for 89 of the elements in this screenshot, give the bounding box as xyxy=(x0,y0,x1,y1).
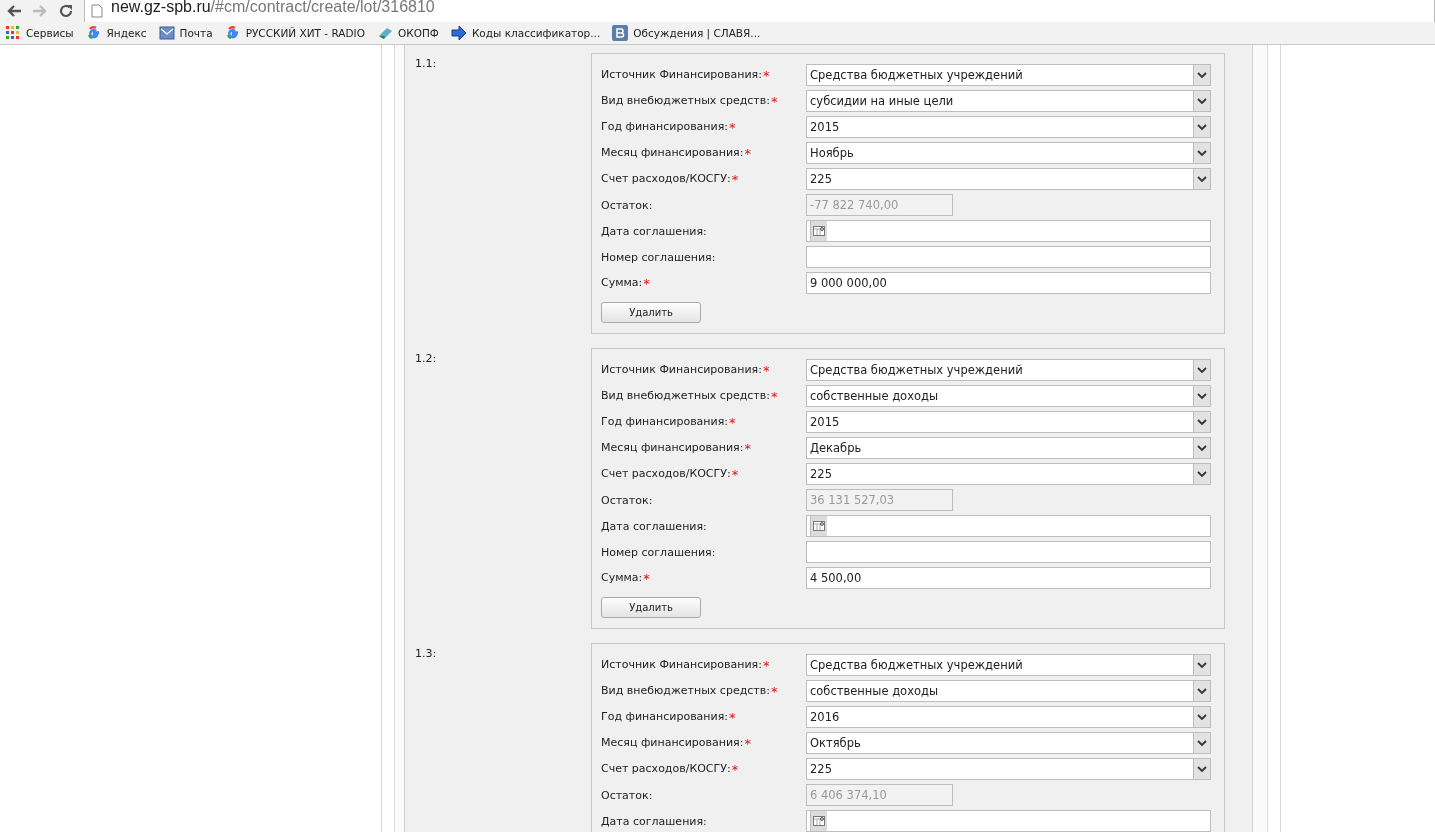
delete-button[interactable]: Удалить xyxy=(601,302,701,323)
input-field[interactable]: 4 500,00 xyxy=(806,567,1211,589)
field-label: Остаток: xyxy=(601,788,654,802)
field-label: Остаток: xyxy=(601,493,654,507)
arrow-icon xyxy=(450,25,467,41)
field-label: Источник Финансирования:* xyxy=(601,362,771,378)
section-number: 1.2: xyxy=(414,351,438,367)
bookmark-link[interactable]: Почта xyxy=(158,25,213,41)
field-label: Источник Финансирования:* xyxy=(601,657,771,673)
dropdown-arrow-icon[interactable] xyxy=(1193,117,1210,137)
address-field[interactable]: new.gz-spb.ru/#cm/contract/create/lot/316810 xyxy=(111,0,435,15)
input-field[interactable] xyxy=(806,541,1211,563)
dropdown-arrow-icon[interactable] xyxy=(1193,169,1210,189)
dropdown-arrow-icon[interactable] xyxy=(1193,655,1210,675)
field-label: Счет расходов/КОСГУ:* xyxy=(601,761,740,777)
dropdown[interactable]: 225 xyxy=(806,758,1211,780)
bookmark-link[interactable]: ОКОПФ xyxy=(376,25,439,41)
section-number: 1.3: xyxy=(414,646,438,662)
apps-icon xyxy=(5,25,21,41)
field-label: Счет расходов/КОСГУ:* xyxy=(601,466,740,482)
field-label: Дата соглашения: xyxy=(601,224,708,238)
field-label: Источник Финансирования:* xyxy=(601,67,771,83)
bookmark-link[interactable]: Сервисы xyxy=(5,25,74,41)
field-label: Вид внебюджетных средств:* xyxy=(601,388,779,404)
readonly-field: 6 406 374,10 xyxy=(806,784,953,806)
calendar-icon[interactable] xyxy=(810,811,827,831)
dropdown[interactable]: собственные доходы xyxy=(806,680,1211,702)
field-label: Сумма:* xyxy=(601,275,651,291)
field-label: Вид внебюджетных средств:* xyxy=(601,93,779,109)
google-icon xyxy=(224,25,241,41)
input-field[interactable]: 9 000 000,00 xyxy=(806,272,1211,294)
dropdown[interactable]: 2015 xyxy=(806,411,1211,433)
back-icon[interactable] xyxy=(6,4,22,18)
readonly-field: -77 822 740,00 xyxy=(806,194,953,216)
dropdown[interactable]: Средства бюджетных учреждений xyxy=(806,359,1211,381)
dropdown-arrow-icon[interactable] xyxy=(1193,360,1210,380)
input-field[interactable] xyxy=(806,246,1211,268)
field-label: Остаток: xyxy=(601,198,654,212)
field-label: Год финансирования:* xyxy=(601,119,737,135)
dropdown-arrow-icon[interactable] xyxy=(1193,707,1210,727)
field-label: Вид внебюджетных средств:* xyxy=(601,683,779,699)
google-icon xyxy=(85,25,102,41)
vk-icon xyxy=(612,25,629,41)
date-field[interactable] xyxy=(806,515,1211,537)
field-label: Номер соглашения: xyxy=(601,250,717,264)
dropdown-arrow-icon[interactable] xyxy=(1193,91,1210,111)
bookmark-link[interactable]: РУССКИЙ ХИТ - RADIO xyxy=(224,25,365,41)
field-label: Сумма:* xyxy=(601,570,651,586)
field-label: Номер соглашения: xyxy=(601,545,717,559)
dropdown[interactable]: субсидии на иные цели xyxy=(806,90,1211,112)
bookmark-link[interactable]: Коды классификатор... xyxy=(450,25,601,41)
date-field[interactable] xyxy=(806,810,1211,832)
reload-icon[interactable] xyxy=(58,3,74,19)
dropdown[interactable]: Средства бюджетных учреждений xyxy=(806,64,1211,86)
field-label: Месяц финансирования:* xyxy=(601,145,752,161)
section-number: 1.1: xyxy=(414,56,438,72)
field-label: Год финансирования:* xyxy=(601,709,737,725)
field-label: Счет расходов/КОСГУ:* xyxy=(601,171,740,187)
field-label: Дата соглашения: xyxy=(601,814,708,828)
dropdown[interactable]: собственные доходы xyxy=(806,385,1211,407)
dropdown[interactable]: 2015 xyxy=(806,116,1211,138)
mail-icon xyxy=(158,25,175,41)
dropdown-arrow-icon[interactable] xyxy=(1193,733,1210,753)
dropdown-arrow-icon[interactable] xyxy=(1193,464,1210,484)
dropdown[interactable]: Октябрь xyxy=(806,732,1211,754)
dropdown[interactable]: 225 xyxy=(806,168,1211,190)
delete-button[interactable]: Удалить xyxy=(601,597,701,618)
dropdown[interactable]: 225 xyxy=(806,463,1211,485)
dropdown[interactable]: Декабрь xyxy=(806,437,1211,459)
dropdown[interactable]: Средства бюджетных учреждений xyxy=(806,654,1211,676)
dropdown[interactable]: 2016 xyxy=(806,706,1211,728)
readonly-field: 36 131 527,03 xyxy=(806,489,953,511)
dropdown-arrow-icon[interactable] xyxy=(1193,438,1210,458)
bookmark-link[interactable]: Обсуждения | СЛАВЯ... xyxy=(612,25,761,41)
dropdown-arrow-icon[interactable] xyxy=(1193,65,1210,85)
dropdown-arrow-icon[interactable] xyxy=(1193,681,1210,701)
bookmark-link[interactable]: Яндекс xyxy=(85,25,147,41)
calendar-icon[interactable] xyxy=(810,516,827,536)
calendar-icon[interactable] xyxy=(810,221,827,241)
field-label: Год финансирования:* xyxy=(601,414,737,430)
date-field[interactable] xyxy=(806,220,1211,242)
dropdown-arrow-icon[interactable] xyxy=(1193,759,1210,779)
dropdown-arrow-icon[interactable] xyxy=(1193,386,1210,406)
dropdown-arrow-icon[interactable] xyxy=(1193,412,1210,432)
field-label: Дата соглашения: xyxy=(601,519,708,533)
field-label: Месяц финансирования:* xyxy=(601,735,752,751)
field-label: Месяц финансирования:* xyxy=(601,440,752,456)
dropdown-arrow-icon[interactable] xyxy=(1193,143,1210,163)
dropdown[interactable]: Ноябрь xyxy=(806,142,1211,164)
